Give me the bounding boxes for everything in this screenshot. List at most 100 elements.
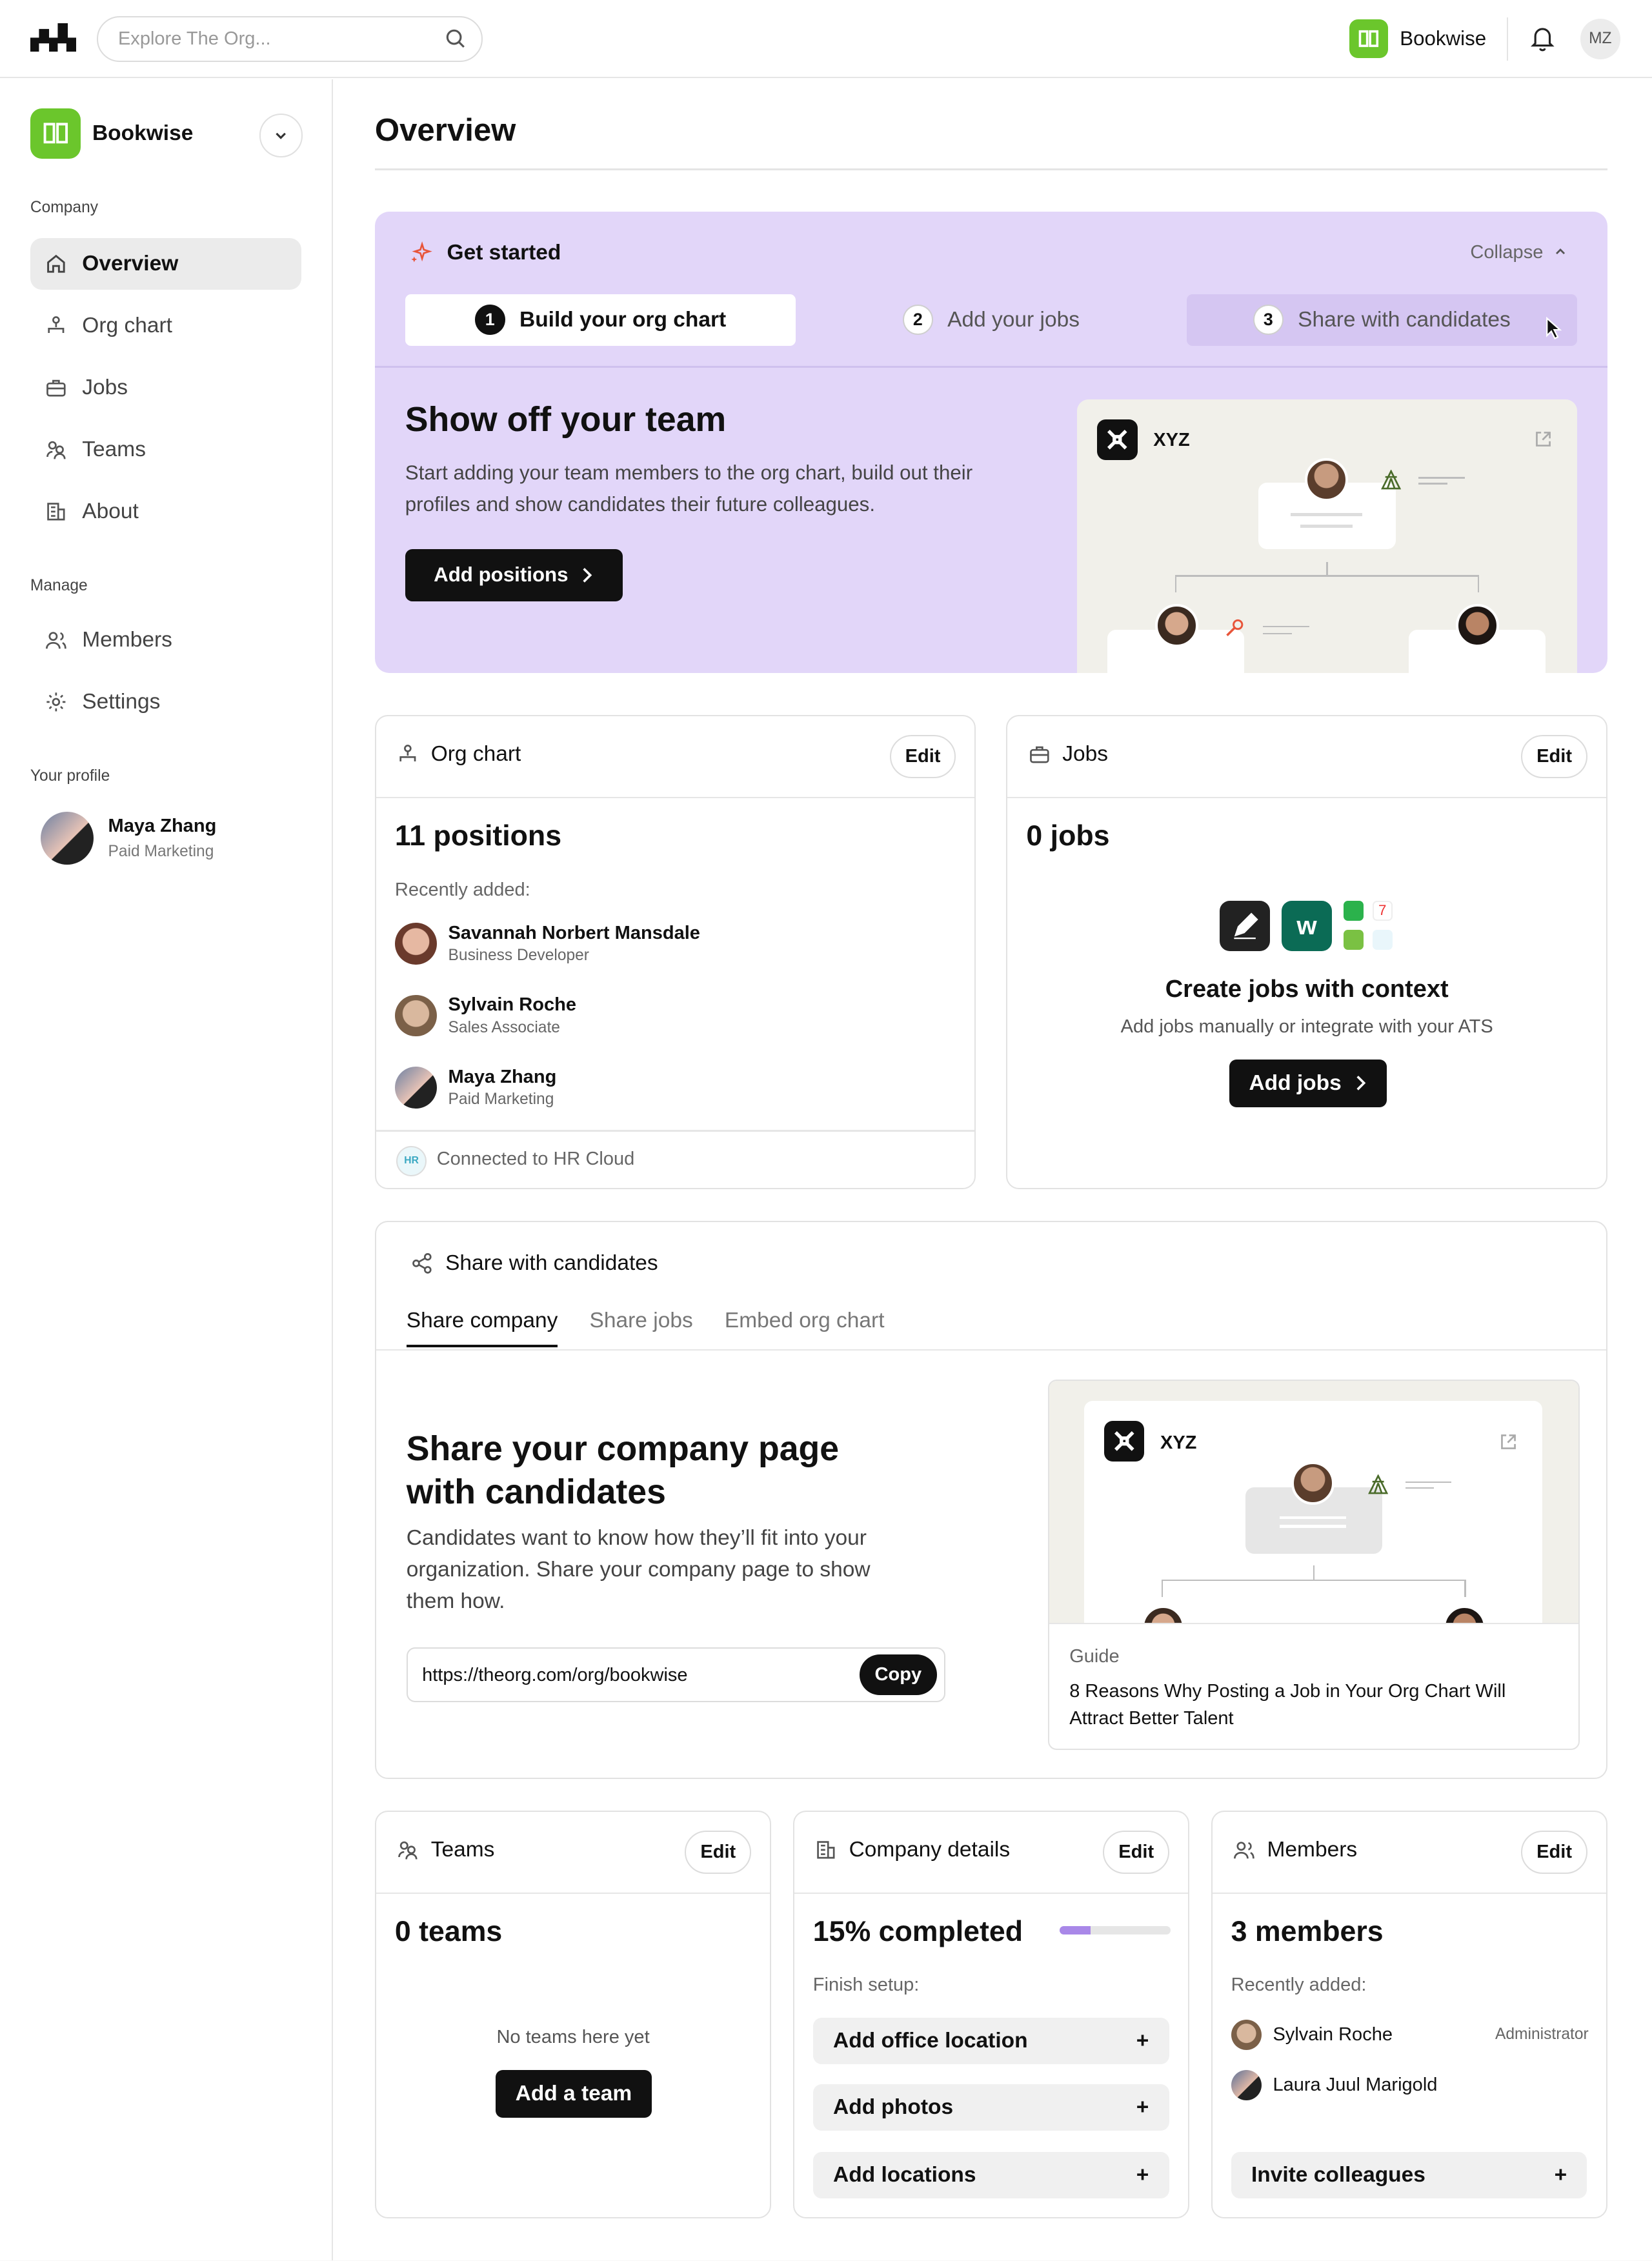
step-build-org-chart[interactable]: 1 Build your org chart [405, 294, 796, 347]
ats-pen-icon [1219, 901, 1270, 952]
step-label: Share with candidates [1298, 307, 1511, 332]
building-icon [47, 503, 65, 521]
add-locations-button[interactable]: Add locations + [812, 2152, 1169, 2198]
chevron-right-icon [583, 568, 592, 583]
edit-company-details-button[interactable]: Edit [1103, 1831, 1170, 1874]
sidebar-item-label: Jobs [82, 375, 128, 399]
list-item[interactable]: Laura Juul Marigold [1231, 2069, 1589, 2100]
sidebar-item-overview[interactable]: Overview [30, 237, 301, 290]
org-dropdown-button[interactable] [259, 114, 303, 157]
sidebar-item-label: Members [82, 627, 172, 652]
sidebar-item-org-chart[interactable]: Org chart [30, 300, 301, 352]
sidebar-item-about[interactable]: About [30, 486, 301, 538]
people-icon [46, 632, 66, 649]
lever-icon [1343, 929, 1364, 950]
copy-button[interactable]: Copy [859, 1654, 938, 1695]
tent-icon [1381, 470, 1402, 490]
card-header: Jobs [1028, 742, 1108, 767]
person-name: Maya Zhang [448, 1066, 557, 1087]
theorg-logo-icon[interactable] [30, 23, 77, 52]
divider [1418, 483, 1447, 485]
divider [1280, 1516, 1347, 1520]
get-started-header: Get started [409, 241, 561, 265]
org-switcher[interactable]: Bookwise [1349, 19, 1486, 59]
search-icon [447, 29, 465, 48]
sidebar-item-label: Org chart [82, 313, 172, 337]
edit-org-chart-button[interactable]: Edit [889, 735, 956, 779]
org-chart-icon [48, 316, 65, 334]
sidebar-item-members[interactable]: Members [30, 614, 301, 666]
section-manage: Manage [30, 576, 88, 594]
person-role: Sales Associate [448, 1018, 560, 1036]
connector [1174, 575, 1176, 593]
add-photos-button[interactable]: Add photos + [812, 2084, 1169, 2131]
plus-icon: + [1136, 2029, 1149, 2053]
step-label: Add your jobs [947, 307, 1080, 332]
tab-embed-org-chart[interactable]: Embed org chart [725, 1309, 885, 1347]
sidebar-org[interactable]: Bookwise [30, 108, 193, 159]
company-url-field[interactable]: https://theorg.com/org/bookwise Copy [406, 1647, 946, 1703]
avatar [1231, 2019, 1262, 2050]
row-label: Add office location [833, 2029, 1028, 2053]
share-card: Share with candidates Share company Shar… [374, 1221, 1607, 1779]
guide-card[interactable]: XYZ Guide 8 Reasons Why Posting a Job in… [1047, 1379, 1580, 1750]
avatar [394, 994, 437, 1037]
plus-icon: + [1136, 2095, 1149, 2119]
divider [1300, 525, 1353, 528]
jobs-count: 0 jobs [1026, 819, 1110, 852]
positions-count: 11 positions [394, 819, 562, 852]
collapse-button[interactable]: Collapse [1470, 242, 1567, 263]
search-input[interactable]: Explore The Org... [96, 15, 483, 63]
add-positions-button[interactable]: Add positions [405, 549, 623, 601]
tab-share-jobs[interactable]: Share jobs [590, 1309, 693, 1347]
profile-link[interactable]: Maya Zhang Paid Marketing [40, 811, 216, 865]
get-started-panel: Get started Collapse 1 Build your org ch… [374, 212, 1607, 674]
list-item[interactable]: Sylvain Roche Sales Associate [394, 994, 576, 1037]
invite-colleagues-button[interactable]: Invite colleagues + [1231, 2152, 1587, 2198]
divider [374, 168, 1607, 170]
teams-icon [46, 441, 66, 459]
divider [374, 366, 1607, 368]
card-header: Org chart [396, 742, 521, 767]
card-title: Jobs [1062, 742, 1109, 767]
button-label: Add jobs [1249, 1070, 1342, 1095]
integration-status: Connected to HR Cloud [436, 1149, 635, 1170]
completion-text: 15% completed [812, 1915, 1023, 1947]
divider [1007, 797, 1606, 799]
org-chart-icon [399, 745, 416, 762]
sidebar-item-jobs[interactable]: Jobs [30, 362, 301, 414]
list-item[interactable]: Sylvain Roche Administrator [1231, 2019, 1589, 2050]
jobs-card: Jobs Edit 0 jobs w 7 Create jobs with co… [1006, 715, 1607, 1190]
user-avatar[interactable]: MZ [1580, 19, 1621, 59]
briefcase-icon [46, 379, 66, 397]
add-team-button[interactable]: Add a team [496, 2069, 652, 2118]
chevron-up-icon [1556, 248, 1566, 255]
bell-icon[interactable] [1528, 23, 1557, 52]
hero-title: Show off your team [405, 399, 727, 439]
connector [1326, 562, 1328, 577]
add-office-location-button[interactable]: Add office location + [812, 2018, 1169, 2064]
share-preview: XYZ [1049, 1380, 1579, 1623]
sidebar-item-settings[interactable]: Settings [30, 676, 301, 728]
step-share-candidates[interactable]: 3 Share with candidates [1186, 294, 1578, 347]
card-title: Company details [849, 1838, 1011, 1862]
step-number: 3 [1253, 305, 1284, 336]
step-add-jobs[interactable]: 2 Add your jobs [796, 294, 1186, 346]
edit-jobs-button[interactable]: Edit [1521, 735, 1587, 779]
empty-state: No teams here yet [496, 2026, 650, 2047]
card-title: Org chart [430, 742, 521, 767]
list-item[interactable]: Savannah Norbert Mansdale Business Develo… [394, 922, 700, 965]
tent-icon [1367, 1474, 1388, 1494]
progress-fill [1059, 1925, 1091, 1934]
edit-members-button[interactable]: Edit [1521, 1831, 1587, 1874]
collapse-label: Collapse [1470, 242, 1544, 263]
building-icon [817, 1841, 835, 1859]
edit-teams-button[interactable]: Edit [685, 1831, 752, 1874]
add-jobs-button[interactable]: Add jobs [1229, 1059, 1387, 1107]
tab-share-company[interactable]: Share company [406, 1309, 558, 1348]
list-item[interactable]: Maya Zhang Paid Marketing [394, 1066, 557, 1109]
sidebar-item-teams[interactable]: Teams [30, 424, 301, 476]
avatar [394, 922, 437, 965]
divider [1418, 477, 1465, 479]
avatar [40, 811, 94, 865]
